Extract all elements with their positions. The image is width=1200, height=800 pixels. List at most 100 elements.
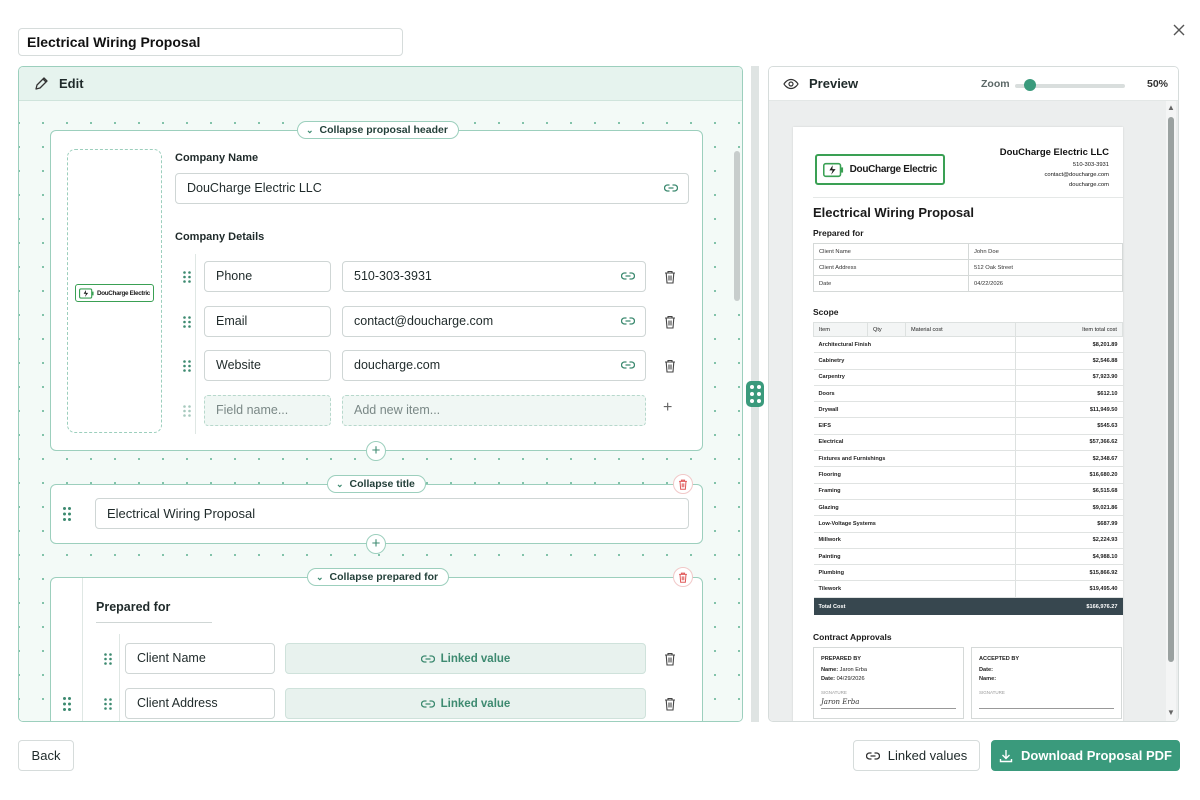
link-icon[interactable] <box>621 270 635 282</box>
detail-value-input[interactable]: doucharge.com <box>342 350 646 381</box>
download-pdf-button[interactable]: Download Proposal PDF <box>991 740 1180 771</box>
preview-panel-header: Preview Zoom 50% <box>769 67 1178 101</box>
scrollbar-thumb[interactable] <box>1168 117 1174 662</box>
drag-handle-icon[interactable] <box>182 270 192 284</box>
table-cell: Framing <box>813 483 1016 500</box>
sheet-company-name: DouCharge Electric LLC <box>999 147 1109 158</box>
prepared-table: Client Name John Doe Client Address 512 Oa… <box>813 243 1123 292</box>
collapse-label: Collapse prepared for <box>329 571 439 583</box>
linked-values-button[interactable]: Linked values <box>853 740 980 771</box>
field-name-input[interactable]: Client Address <box>125 688 275 719</box>
chevron-down-icon: ⌄ <box>316 572 324 582</box>
drag-handle-icon[interactable] <box>103 652 113 666</box>
collapse-label: Collapse proposal header <box>319 124 448 136</box>
total-label: Total Cost <box>813 597 1016 616</box>
table-cell: Plumbing <box>813 564 1016 582</box>
link-icon[interactable] <box>621 359 635 371</box>
edit-scrollbar[interactable] <box>734 141 740 721</box>
title-value: Electrical Wiring Proposal <box>107 506 256 521</box>
table-row: Millwork $2,224.93 <box>813 532 1123 549</box>
date-label: Date: <box>821 676 835 682</box>
drag-handle-icon[interactable] <box>182 359 192 373</box>
new-field-name-input[interactable]: Field name... <box>204 395 331 426</box>
logo-dropzone[interactable]: DouCharge Electric <box>67 149 162 433</box>
table-row: Flooring $16,680.20 <box>813 466 1123 484</box>
collapse-prepared-for-button[interactable]: ⌄ Collapse prepared for <box>307 568 450 586</box>
zoom-value: 50% <box>1147 78 1169 90</box>
sheet-scope-heading: Scope <box>813 307 839 317</box>
close-icon[interactable] <box>1170 22 1188 40</box>
total-value: $166,976.27 <box>1015 597 1123 616</box>
table-cell: Date <box>813 275 969 292</box>
table-header: Item <box>813 322 868 337</box>
detail-name-input[interactable]: Website <box>204 350 331 381</box>
drag-handle-icon[interactable] <box>103 697 113 711</box>
linked-value-label: Linked value <box>440 652 511 665</box>
sheet-prepared-heading: Prepared for <box>813 228 864 238</box>
preview-canvas[interactable]: DouCharge Electric DouCharge Electric LL… <box>769 101 1178 721</box>
collapse-proposal-header-button[interactable]: ⌄ Collapse proposal header <box>297 121 459 139</box>
table-cell: Doors <box>813 385 1016 403</box>
linked-value-field[interactable]: Linked value <box>285 688 646 719</box>
prepared-by-box: PREPARED BY Name: Jaron Erba Date: 04/29… <box>813 647 964 719</box>
detail-name-input[interactable]: Phone <box>204 261 331 292</box>
link-icon[interactable] <box>621 315 635 327</box>
table-row: Date 04/22/2026 <box>813 275 1123 292</box>
table-row: EIFS $545.63 <box>813 417 1123 435</box>
add-section-button[interactable]: + <box>366 534 386 554</box>
scroll-down-icon[interactable]: ▼ <box>1167 708 1175 717</box>
date-label: Date: <box>979 667 993 673</box>
linked-values-label: Linked values <box>887 748 968 763</box>
collapse-title-button[interactable]: ⌄ Collapse title <box>327 475 426 493</box>
zoom-slider-knob[interactable] <box>1024 79 1036 91</box>
scroll-up-icon[interactable]: ▲ <box>1167 103 1175 112</box>
download-label: Download Proposal PDF <box>1021 748 1172 763</box>
table-cell: $9,021.86 <box>1015 499 1123 517</box>
detail-value-input[interactable]: contact@doucharge.com <box>342 306 646 337</box>
new-item-input[interactable]: Add new item... <box>342 395 646 426</box>
back-button[interactable]: Back <box>18 740 74 771</box>
add-detail-plus-icon[interactable]: + <box>663 399 672 417</box>
edit-panel: Edit DouCharge Electric Company Name Dou… <box>18 66 743 722</box>
scrollbar-thumb[interactable] <box>734 151 740 301</box>
detail-name-input[interactable]: Email <box>204 306 331 337</box>
delete-prepared-for-button[interactable] <box>673 567 693 587</box>
logo-text: DouCharge Electric <box>96 289 150 297</box>
add-section-button[interactable]: + <box>366 441 386 461</box>
trash-icon[interactable] <box>664 315 676 329</box>
sheet-company-line: contact@doucharge.com <box>1044 172 1109 178</box>
trash-icon[interactable] <box>664 359 676 373</box>
drag-handle-icon[interactable] <box>182 315 192 329</box>
company-name-value: DouCharge Electric LLC <box>187 181 322 195</box>
title-input[interactable]: Electrical Wiring Proposal <box>95 498 689 529</box>
detail-value-input[interactable]: 510-303-3931 <box>342 261 646 292</box>
name-label: Name: <box>821 667 839 673</box>
document-title-input[interactable]: Electrical Wiring Proposal <box>18 28 403 56</box>
detail-value: contact@doucharge.com <box>354 314 494 328</box>
prepared-by-name: Name: Jaron Erba <box>821 667 956 673</box>
table-cell: Cabinetry <box>813 352 1016 370</box>
company-name-input[interactable]: DouCharge Electric LLC <box>175 173 689 204</box>
delete-title-button[interactable] <box>673 474 693 494</box>
drag-handle-icon[interactable] <box>62 506 72 522</box>
detail-value: doucharge.com <box>354 358 441 372</box>
linked-value-field[interactable]: Linked value <box>285 643 646 674</box>
table-row: Carpentry $7,923.90 <box>813 369 1123 386</box>
field-name-input[interactable]: Client Name <box>125 643 275 674</box>
trash-icon[interactable] <box>664 652 676 666</box>
section-divider <box>82 578 83 721</box>
trash-icon[interactable] <box>664 270 676 284</box>
preview-scrollbar[interactable]: ▲ ▼ <box>1166 101 1176 721</box>
splitter-drag-handle[interactable] <box>746 381 764 407</box>
accepted-by-date: Date: <box>979 667 1114 673</box>
table-row: Architectural Finish $8,201.89 <box>813 336 1123 354</box>
link-icon[interactable] <box>664 182 678 194</box>
date-value: 04/29/2026 <box>836 676 865 682</box>
drag-handle-icon[interactable] <box>62 696 72 712</box>
table-cell: Tilework <box>813 580 1016 598</box>
table-cell: Client Name <box>813 243 969 260</box>
edit-canvas[interactable]: DouCharge Electric Company Name DouCharg… <box>19 101 742 721</box>
table-cell: Architectural Finish <box>813 336 1016 354</box>
trash-icon[interactable] <box>664 697 676 711</box>
table-cell: $7,923.90 <box>1015 369 1123 386</box>
